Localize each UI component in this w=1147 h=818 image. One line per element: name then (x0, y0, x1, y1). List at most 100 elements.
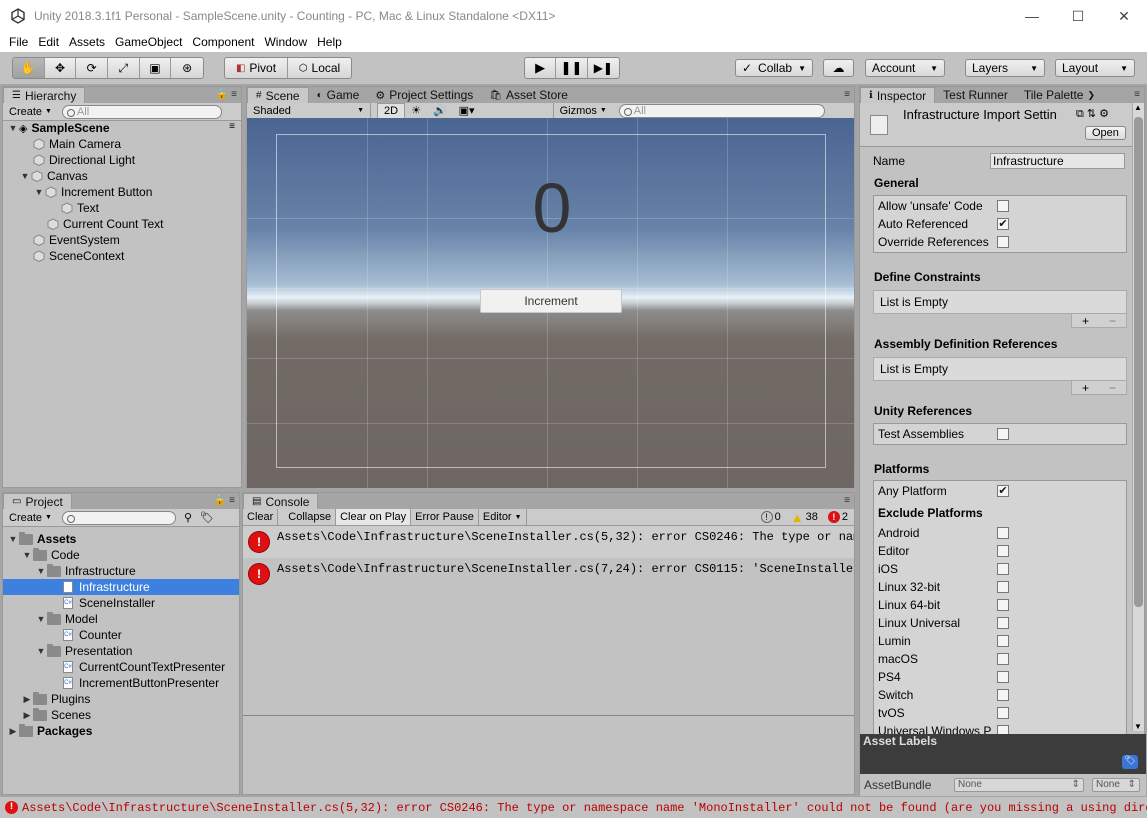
tab-project-settings[interactable]: ⚙ Project Settings (367, 87, 481, 103)
rotate-tool-icon[interactable]: ⟳ (76, 58, 109, 78)
console-editor-dropdown[interactable]: Editor ▼ (479, 509, 527, 525)
inspector-scrollbar[interactable]: ▲ ▼ (1132, 103, 1144, 731)
menu-component[interactable]: Component (187, 35, 259, 49)
panel-menu-icon[interactable]: ≡ (1134, 89, 1140, 100)
tab-asset-store[interactable]: 🛍 Asset Store (481, 87, 576, 103)
panel-menu-icon[interactable]: ≡ (844, 495, 850, 506)
project-item[interactable]: ▼ Code (21, 547, 80, 563)
tab-hierarchy[interactable]: ☰ Hierarchy (3, 87, 86, 103)
any-platform-checkbox[interactable]: ✔ (997, 485, 1009, 497)
layers-dropdown[interactable]: Layers ▼ (965, 59, 1045, 77)
project-item[interactable]: ▶ Plugins (21, 691, 90, 707)
menu-assets[interactable]: Assets (64, 35, 110, 49)
cloud-button[interactable]: ☁ (823, 59, 854, 77)
platform-checkbox[interactable] (997, 581, 1009, 593)
move-tool-icon[interactable]: ✥ (45, 58, 77, 78)
remove-icon[interactable]: − (1109, 314, 1116, 328)
asset-bundle-dropdown[interactable]: None ⇕ (954, 778, 1084, 792)
chevron-down-icon[interactable]: ▼ (19, 171, 31, 181)
hierarchy-item[interactable]: Text (61, 200, 99, 216)
auto-referenced-checkbox[interactable]: ✔ (997, 218, 1009, 230)
info-count-toggle[interactable]: ! 0 (760, 511, 781, 523)
project-item[interactable]: ▼ Infrastructure (35, 563, 136, 579)
step-icon[interactable]: ▶❚ (588, 58, 619, 78)
scene-root[interactable]: ▼ ◈ SampleScene (7, 120, 110, 136)
tab-project[interactable]: ▭ Project (3, 493, 72, 509)
hierarchy-item[interactable]: Directional Light (33, 152, 135, 168)
tab-game[interactable]: ◐ Game (309, 87, 368, 103)
console-message-row[interactable]: ! Assets\Code\Infrastructure\SceneInstal… (243, 526, 854, 558)
panel-menu-icon[interactable]: ≡ (844, 89, 850, 100)
platform-checkbox[interactable] (997, 617, 1009, 629)
menu-gameobject[interactable]: GameObject (110, 35, 187, 49)
menu-help[interactable]: Help (312, 35, 347, 49)
platform-checkbox[interactable] (997, 707, 1009, 719)
asset-bundle-variant-dropdown[interactable]: None ⇕ (1092, 778, 1140, 792)
toggle-2d-button[interactable]: 2D (377, 102, 406, 119)
hand-tool-icon[interactable]: ✋ (13, 58, 45, 78)
play-icon[interactable]: ▶ (525, 58, 557, 78)
scene-menu-icon[interactable]: ≡ (229, 121, 235, 132)
platform-checkbox[interactable] (997, 671, 1009, 683)
chevron-down-icon[interactable]: ▼ (7, 123, 19, 133)
chevron-down-icon[interactable]: ▼ (35, 566, 47, 576)
status-bar[interactable]: ! Assets\Code\Infrastructure\SceneInstal… (0, 797, 1147, 818)
scroll-thumb[interactable] (1134, 117, 1143, 607)
filter-label-icon[interactable]: 🏷 (200, 511, 214, 524)
project-item[interactable]: ▶ Packages (7, 723, 92, 739)
header-icons[interactable]: ⧉ ⇅ ⚙ (1076, 107, 1109, 121)
chevron-right-icon[interactable]: ❯ (1087, 90, 1095, 101)
current-count-text[interactable]: 0 (502, 168, 602, 248)
local-button[interactable]: ⬡ Local (288, 58, 351, 78)
project-item[interactable]: ▶ Scenes (21, 707, 91, 723)
menu-file[interactable]: File (4, 35, 33, 49)
console-collapse-button[interactable]: Collapse (284, 509, 337, 525)
add-icon[interactable]: + (1082, 381, 1089, 395)
tab-tile-palette[interactable]: Tile Palette ❯ (1016, 87, 1103, 103)
project-item[interactable]: C# SceneInstaller (63, 595, 155, 611)
hierarchy-search-input[interactable]: All (61, 104, 222, 119)
console-clear-button[interactable]: Clear (243, 509, 279, 525)
add-icon[interactable]: + (1082, 314, 1089, 328)
collab-button[interactable]: ✓ Collab ▼ (735, 59, 813, 77)
console-clear-on-play-button[interactable]: Clear on Play (336, 509, 412, 525)
label-tag-icon[interactable]: 🏷 (1122, 755, 1138, 769)
platform-checkbox[interactable] (997, 635, 1009, 647)
tab-test-runner[interactable]: Test Runner (935, 87, 1016, 103)
project-item[interactable]: C# CurrentCountTextPresenter (63, 659, 225, 675)
platform-checkbox[interactable] (997, 563, 1009, 575)
transform-tool-icon[interactable]: ⊛ (171, 58, 203, 78)
project-item[interactable]: ▼ Presentation (35, 643, 132, 659)
platform-checkbox[interactable] (997, 527, 1009, 539)
warning-count-toggle[interactable]: ▲ 38 (791, 510, 818, 525)
platform-checkbox[interactable] (997, 653, 1009, 665)
panel-menu-icon[interactable]: 🔒 ≡ (214, 495, 235, 506)
platform-checkbox[interactable] (997, 545, 1009, 557)
console-message-row[interactable]: ! Assets\Code\Infrastructure\SceneInstal… (243, 558, 854, 590)
console-splitter[interactable] (243, 715, 854, 716)
chevron-right-icon[interactable]: ▶ (7, 726, 19, 737)
shading-mode-dropdown[interactable]: Shaded ▼ (247, 102, 371, 119)
scene-viewport[interactable]: 0 Increment (247, 118, 854, 488)
menu-edit[interactable]: Edit (33, 35, 64, 49)
maximize-button[interactable]: ☐ (1055, 0, 1101, 32)
chevron-down-icon[interactable]: ▼ (33, 187, 45, 197)
hierarchy-item[interactable]: Current Count Text (47, 216, 164, 232)
project-item[interactable]: ▼ Assets (7, 531, 76, 547)
scale-tool-icon[interactable]: ⤢ (108, 58, 140, 78)
gizmos-dropdown[interactable]: Gizmos ▼ (552, 102, 613, 119)
allow-unsafe-checkbox[interactable] (997, 200, 1009, 212)
chevron-down-icon[interactable]: ▼ (7, 534, 19, 544)
effects-icon[interactable]: ▣▾ (453, 103, 481, 119)
chevron-down-icon[interactable]: ▼ (35, 614, 47, 624)
create-dropdown[interactable]: Create ▼ (3, 104, 58, 120)
scroll-up-icon[interactable]: ▲ (1134, 103, 1142, 112)
test-assemblies-checkbox[interactable] (997, 428, 1009, 440)
chevron-down-icon[interactable]: ▼ (35, 646, 47, 656)
hierarchy-item[interactable]: Main Camera (33, 136, 121, 152)
project-item-selected[interactable]: Infrastructure (3, 579, 239, 595)
hierarchy-item[interactable]: SceneContext (33, 248, 124, 264)
error-count-toggle[interactable]: ! 2 (827, 511, 848, 523)
minimize-button[interactable]: — (1009, 0, 1055, 32)
audio-icon[interactable]: 🔊 (427, 103, 453, 119)
